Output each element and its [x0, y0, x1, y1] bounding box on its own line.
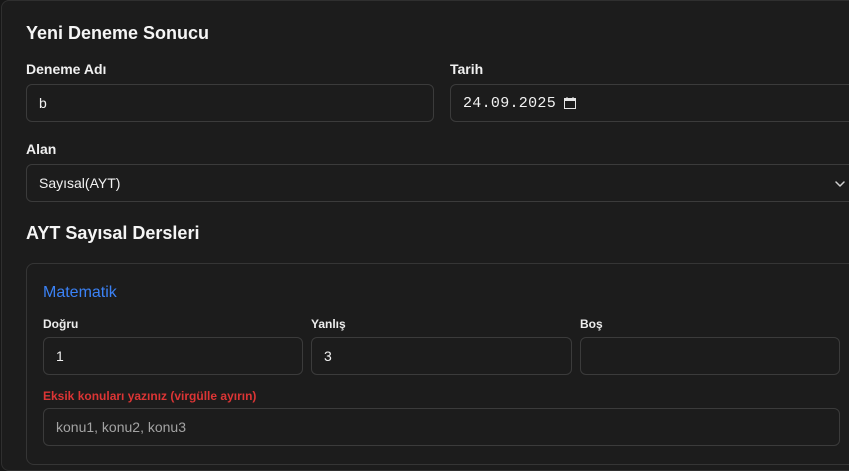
date-value: 24.09.2025: [463, 94, 557, 112]
wrong-input[interactable]: 3: [311, 337, 572, 375]
exam-name-value: b: [39, 95, 47, 111]
missing-topics-label: Eksik konuları yazınız (virgülle ayırın): [43, 389, 257, 403]
blank-label: Boş: [580, 317, 603, 331]
subject-title: Matematik: [43, 284, 117, 301]
exam-name-label: Deneme Adı: [26, 61, 107, 77]
date-label: Tarih: [450, 61, 484, 77]
date-input[interactable]: 24.09.2025: [450, 84, 849, 122]
correct-value: 1: [56, 348, 64, 364]
wrong-value: 3: [324, 348, 332, 364]
wrong-label: Yanlış: [311, 317, 346, 331]
section-title: AYT Sayısal Dersleri: [26, 223, 200, 243]
field-select-value: Sayısal(AYT): [39, 175, 121, 191]
exam-name-input[interactable]: b: [26, 84, 434, 122]
correct-label: Doğru: [43, 317, 79, 331]
correct-input[interactable]: 1: [43, 337, 303, 375]
form-title: Yeni Deneme Sonucu: [26, 23, 210, 43]
missing-topics-input[interactable]: konu1, konu2, konu3: [43, 408, 840, 446]
chevron-down-icon: [835, 181, 845, 187]
field-select[interactable]: Sayısal(AYT): [26, 164, 849, 202]
missing-topics-placeholder: konu1, konu2, konu3: [56, 419, 186, 435]
blank-input[interactable]: [580, 337, 840, 375]
field-label: Alan: [26, 141, 57, 157]
calendar-icon[interactable]: [564, 97, 576, 109]
